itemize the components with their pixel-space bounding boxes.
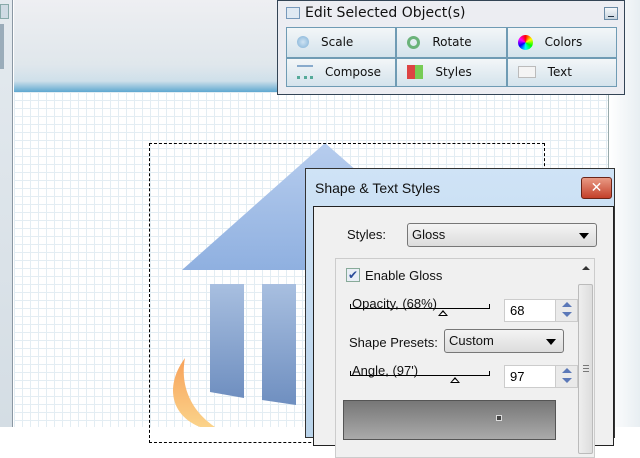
styles-button[interactable]: Styles	[397, 58, 506, 86]
styles-icon	[407, 65, 424, 80]
text-icon	[517, 66, 536, 79]
shape-text-styles-dialog: Shape & Text Styles ✕ Styles: Gloss ✔ En…	[305, 168, 615, 458]
button-label: Compose	[325, 65, 382, 80]
close-button[interactable]: ✕	[581, 177, 612, 199]
panel-title-text: Edit Selected Object(s)	[305, 5, 466, 21]
shape-presets-value: Custom	[449, 333, 494, 348]
angle-spinner[interactable]: 97	[504, 365, 578, 388]
opacity-value[interactable]: 68	[510, 303, 524, 318]
preview-handle[interactable]	[496, 415, 502, 421]
gloss-preview[interactable]	[343, 400, 556, 440]
edit-icon	[286, 7, 300, 19]
shape-presets-label: Shape Presets:	[349, 335, 438, 350]
scale-icon	[297, 36, 309, 49]
spin-up-icon	[562, 302, 572, 307]
panel-title: Edit Selected Object(s)	[286, 5, 466, 21]
opacity-spinner[interactable]: 68	[504, 299, 578, 322]
styles-value: Gloss	[412, 227, 446, 242]
shape-presets-select[interactable]: Custom	[444, 329, 564, 353]
compose-icon	[297, 65, 313, 80]
spin-down-icon	[562, 312, 572, 317]
spin-up-icon	[562, 368, 572, 373]
colors-icon	[517, 34, 533, 50]
slider-thumb[interactable]	[450, 377, 460, 383]
rotate-icon	[407, 35, 421, 49]
styles-label: Styles:	[347, 227, 387, 242]
edit-selected-objects-panel: Edit Selected Object(s) Scale Rotate Col…	[277, 0, 625, 95]
text-button[interactable]: Text	[507, 58, 616, 86]
enable-gloss-label: Enable Gloss	[365, 268, 443, 283]
slider-thumb[interactable]	[438, 310, 448, 316]
button-label: Styles	[435, 65, 472, 80]
scroll-thumb[interactable]	[578, 284, 593, 454]
close-icon: ✕	[590, 180, 603, 196]
minimize-button[interactable]	[604, 7, 618, 20]
button-label: Scale	[321, 35, 354, 50]
angle-value[interactable]: 97	[510, 369, 524, 384]
styles-select[interactable]: Gloss	[407, 223, 597, 247]
button-label: Colors	[544, 35, 583, 50]
compose-button[interactable]: Compose	[287, 58, 396, 86]
enable-gloss-checkbox[interactable]: ✔	[346, 268, 360, 282]
angle-label: Angle, (97')	[352, 363, 419, 378]
options-scrollbar[interactable]	[576, 262, 595, 454]
scroll-up-icon[interactable]	[582, 266, 590, 270]
spin-down-icon	[562, 378, 572, 383]
dialog-title: Shape & Text Styles	[315, 180, 441, 196]
scale-button[interactable]: Scale	[287, 28, 396, 57]
colors-button[interactable]: Colors	[507, 28, 616, 57]
opacity-label: Opacity, (68%)	[352, 296, 438, 311]
rotate-button[interactable]: Rotate	[397, 28, 506, 57]
button-label: Rotate	[432, 35, 472, 50]
button-label: Text	[547, 65, 572, 80]
